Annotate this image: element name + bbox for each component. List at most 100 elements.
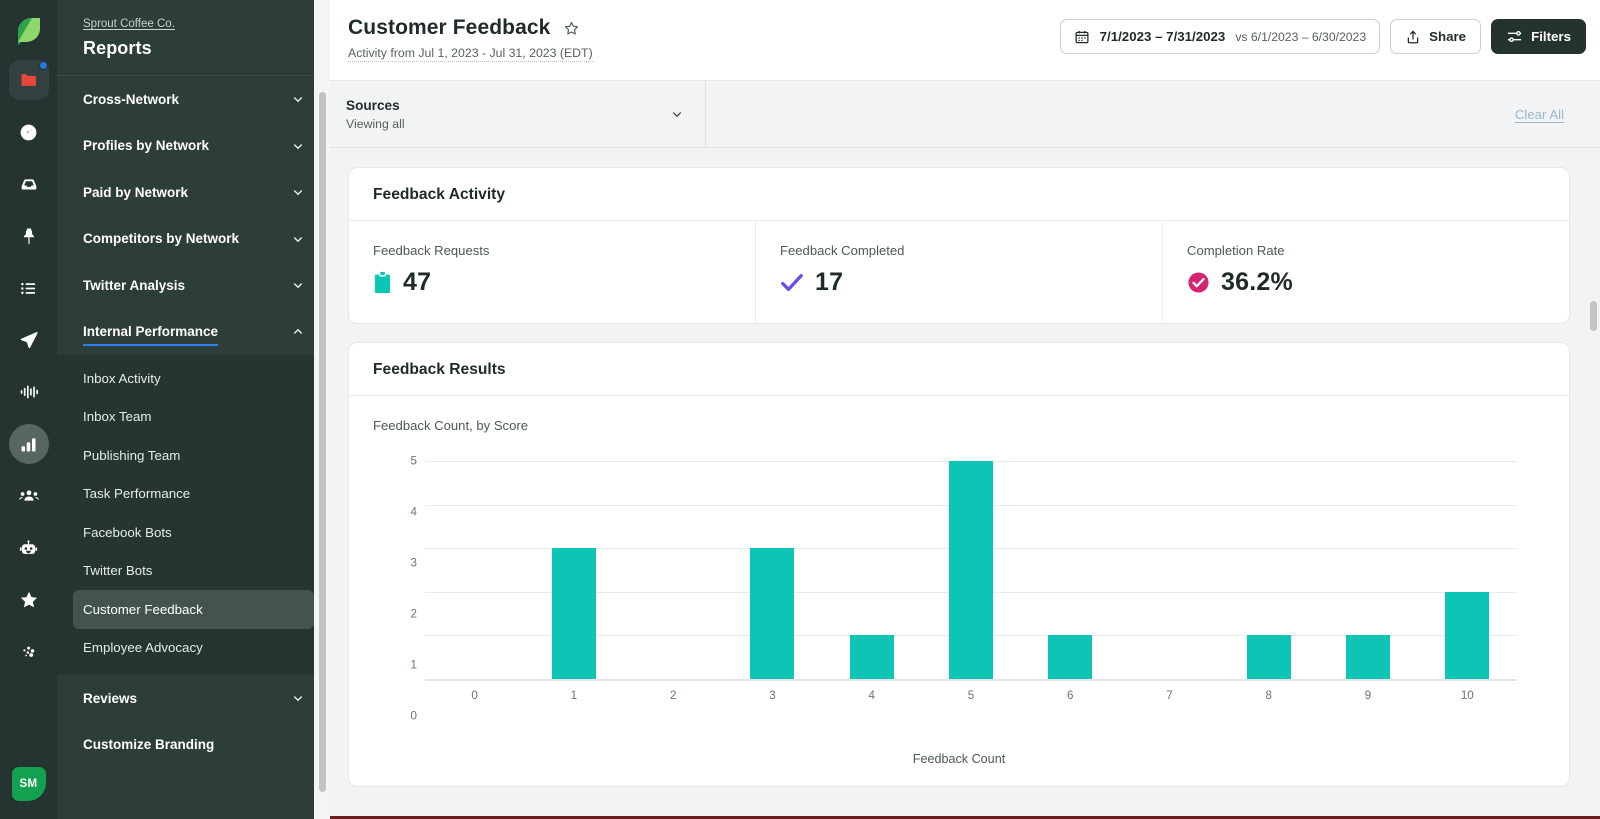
sidebar-item-facebook-bots[interactable]: Facebook Bots (73, 513, 314, 552)
sources-filter[interactable]: Sources Viewing all (330, 81, 706, 147)
chart-subtitle: Feedback Count, by Score (373, 418, 529, 433)
rail-item-dashboard[interactable] (9, 112, 49, 152)
chart-bar[interactable] (948, 461, 993, 679)
chart-bar[interactable] (1445, 591, 1490, 679)
share-icon (1407, 30, 1419, 43)
x-axis-tick: 6 (1067, 689, 1074, 702)
kpi-label: Feedback Requests (373, 243, 490, 258)
chart-bar[interactable] (1246, 635, 1291, 679)
org-link[interactable]: Sprout Coffee Co. (83, 18, 175, 30)
filters-button[interactable]: Filters (1491, 19, 1586, 54)
rail-item-more[interactable] (9, 632, 49, 672)
sidebar-scrollbar[interactable] (319, 92, 326, 792)
card-header: Feedback Results (349, 343, 1569, 396)
sidebar-group-label: Competitors by Network (83, 231, 240, 247)
favorite-star-icon[interactable] (563, 20, 580, 37)
y-axis-tick: 4 (410, 505, 417, 519)
sidebar-item-employee-advocacy[interactable]: Employee Advocacy (73, 629, 314, 668)
page-title: Customer Feedback (348, 16, 551, 39)
chevron-down-icon (293, 283, 303, 289)
x-axis-tick: 4 (868, 689, 875, 702)
kpi-value: 47 (403, 268, 432, 296)
x-axis-tick: 7 (1166, 689, 1173, 702)
app-root: SM Sprout Coffee Co. Reports Cross-Netwo… (0, 0, 1600, 819)
rail-item-listening[interactable] (9, 372, 49, 412)
rail-item-bots[interactable] (9, 528, 49, 568)
page-scroll-area: Feedback Activity Feedback Requests 47 F… (330, 149, 1600, 819)
x-axis-tick: 3 (769, 689, 776, 702)
notification-dot (38, 61, 48, 70)
sprout-leaf-logo[interactable] (11, 12, 47, 48)
y-axis-tick: 1 (410, 658, 417, 672)
rail-item-folder[interactable] (8, 60, 49, 100)
chevron-down-icon (293, 696, 303, 702)
chart-bar[interactable] (750, 548, 795, 679)
sidebar-group-competitors-by-network[interactable]: Competitors by Network (57, 216, 330, 263)
bar-slot (1318, 461, 1417, 679)
sidebar-item-label: Customer Feedback (83, 601, 203, 617)
main-scrollbar[interactable] (1590, 301, 1597, 331)
sidebar-header: Sprout Coffee Co. Reports (57, 0, 330, 75)
rail-item-tasks[interactable] (9, 268, 49, 308)
kpi-row: Feedback Requests 47 Feedback Completed (349, 221, 1569, 323)
sidebar-item-twitter-bots[interactable]: Twitter Bots (73, 552, 314, 591)
date-range-value: 7/1/2023 – 7/31/2023 (1099, 29, 1226, 44)
gridline (425, 679, 1517, 681)
sidebar-item-label: Publishing Team (83, 447, 181, 463)
sidebar-item-task-performance[interactable]: Task Performance (73, 475, 314, 514)
chevron-down-icon (293, 97, 303, 103)
calendar-icon (1075, 30, 1089, 43)
rail-item-employees[interactable] (9, 476, 49, 516)
sidebar-group-label: Paid by Network (83, 184, 189, 200)
x-axis-tick: 0 (471, 689, 478, 702)
page-subtitle: Activity from Jul 1, 2023 - Jul 31, 2023… (348, 46, 593, 62)
chart-bar[interactable] (849, 635, 894, 679)
sidebar-group-customize-branding[interactable]: Customize Branding (57, 722, 330, 769)
sidebar-group-twitter-analysis[interactable]: Twitter Analysis (57, 262, 330, 309)
chevron-down-icon (293, 190, 303, 196)
feedback-bar-chart: 0 1 2 3 4 5 0 1 2 3 4 5 6 7 8 9 10 (373, 455, 1545, 723)
filter-bar-right: Clear All (706, 81, 1600, 147)
bar-slot (723, 461, 822, 679)
sidebar-group-label: Cross-Network (83, 91, 180, 107)
chevron-down-icon (672, 112, 682, 118)
y-axis-tick: 0 (410, 709, 417, 723)
sidebar-item-customer-feedback[interactable]: Customer Feedback (73, 590, 314, 629)
x-axis-tick: 5 (967, 689, 975, 702)
x-axis-labels: 0 1 2 3 4 5 6 7 8 9 10 (425, 689, 1517, 702)
chart-bars (425, 461, 1517, 679)
rail-item-publishing[interactable] (9, 216, 49, 256)
sidebar-group-reviews[interactable]: Reviews (57, 675, 330, 722)
sidebar-item-inbox-team[interactable]: Inbox Team (73, 398, 314, 437)
sidebar-item-label: Twitter Bots (83, 563, 153, 579)
kpi-feedback-completed: Feedback Completed 17 (756, 221, 1163, 323)
bar-slot (524, 461, 623, 679)
clear-all-link[interactable]: Clear All (1515, 107, 1564, 122)
bar-slot (921, 461, 1020, 679)
rail-item-inbox[interactable] (9, 164, 49, 204)
date-compare-value: vs 6/1/2023 – 6/30/2023 (1235, 29, 1367, 44)
chart-bar[interactable] (1048, 635, 1093, 679)
share-button[interactable]: Share (1390, 19, 1482, 54)
sidebar-item-publishing-team[interactable]: Publishing Team (73, 436, 314, 475)
sidebar-item-inbox-activity[interactable]: Inbox Activity (73, 359, 314, 398)
avatar[interactable]: SM (11, 767, 46, 801)
chevron-up-icon (293, 328, 303, 334)
page-topbar: Customer Feedback Activity from Jul 1, 2… (330, 0, 1600, 81)
rail-item-send[interactable] (9, 320, 49, 360)
kpi-feedback-requests: Feedback Requests 47 (349, 221, 756, 323)
sidebar-group-paid-by-network[interactable]: Paid by Network (57, 169, 330, 216)
sidebar-item-label: Inbox Activity (83, 370, 161, 386)
sidebar-group-cross-network[interactable]: Cross-Network (57, 76, 330, 123)
chart-bar[interactable] (551, 548, 596, 679)
rail-item-reviews[interactable] (9, 580, 49, 620)
sidebar-group-internal-performance[interactable]: Internal Performance (57, 308, 330, 355)
date-range-picker[interactable]: 7/1/2023 – 7/31/2023 vs 6/1/2023 – 6/30/… (1059, 19, 1381, 54)
bar-slot (1021, 461, 1120, 679)
chart-bar[interactable] (1346, 635, 1391, 679)
rail-item-reports[interactable] (8, 424, 49, 464)
share-label: Share (1429, 29, 1467, 44)
x-axis-tick: 1 (570, 689, 578, 702)
sidebar-group-profiles-by-network[interactable]: Profiles by Network (57, 123, 330, 170)
bar-slot (425, 461, 524, 679)
